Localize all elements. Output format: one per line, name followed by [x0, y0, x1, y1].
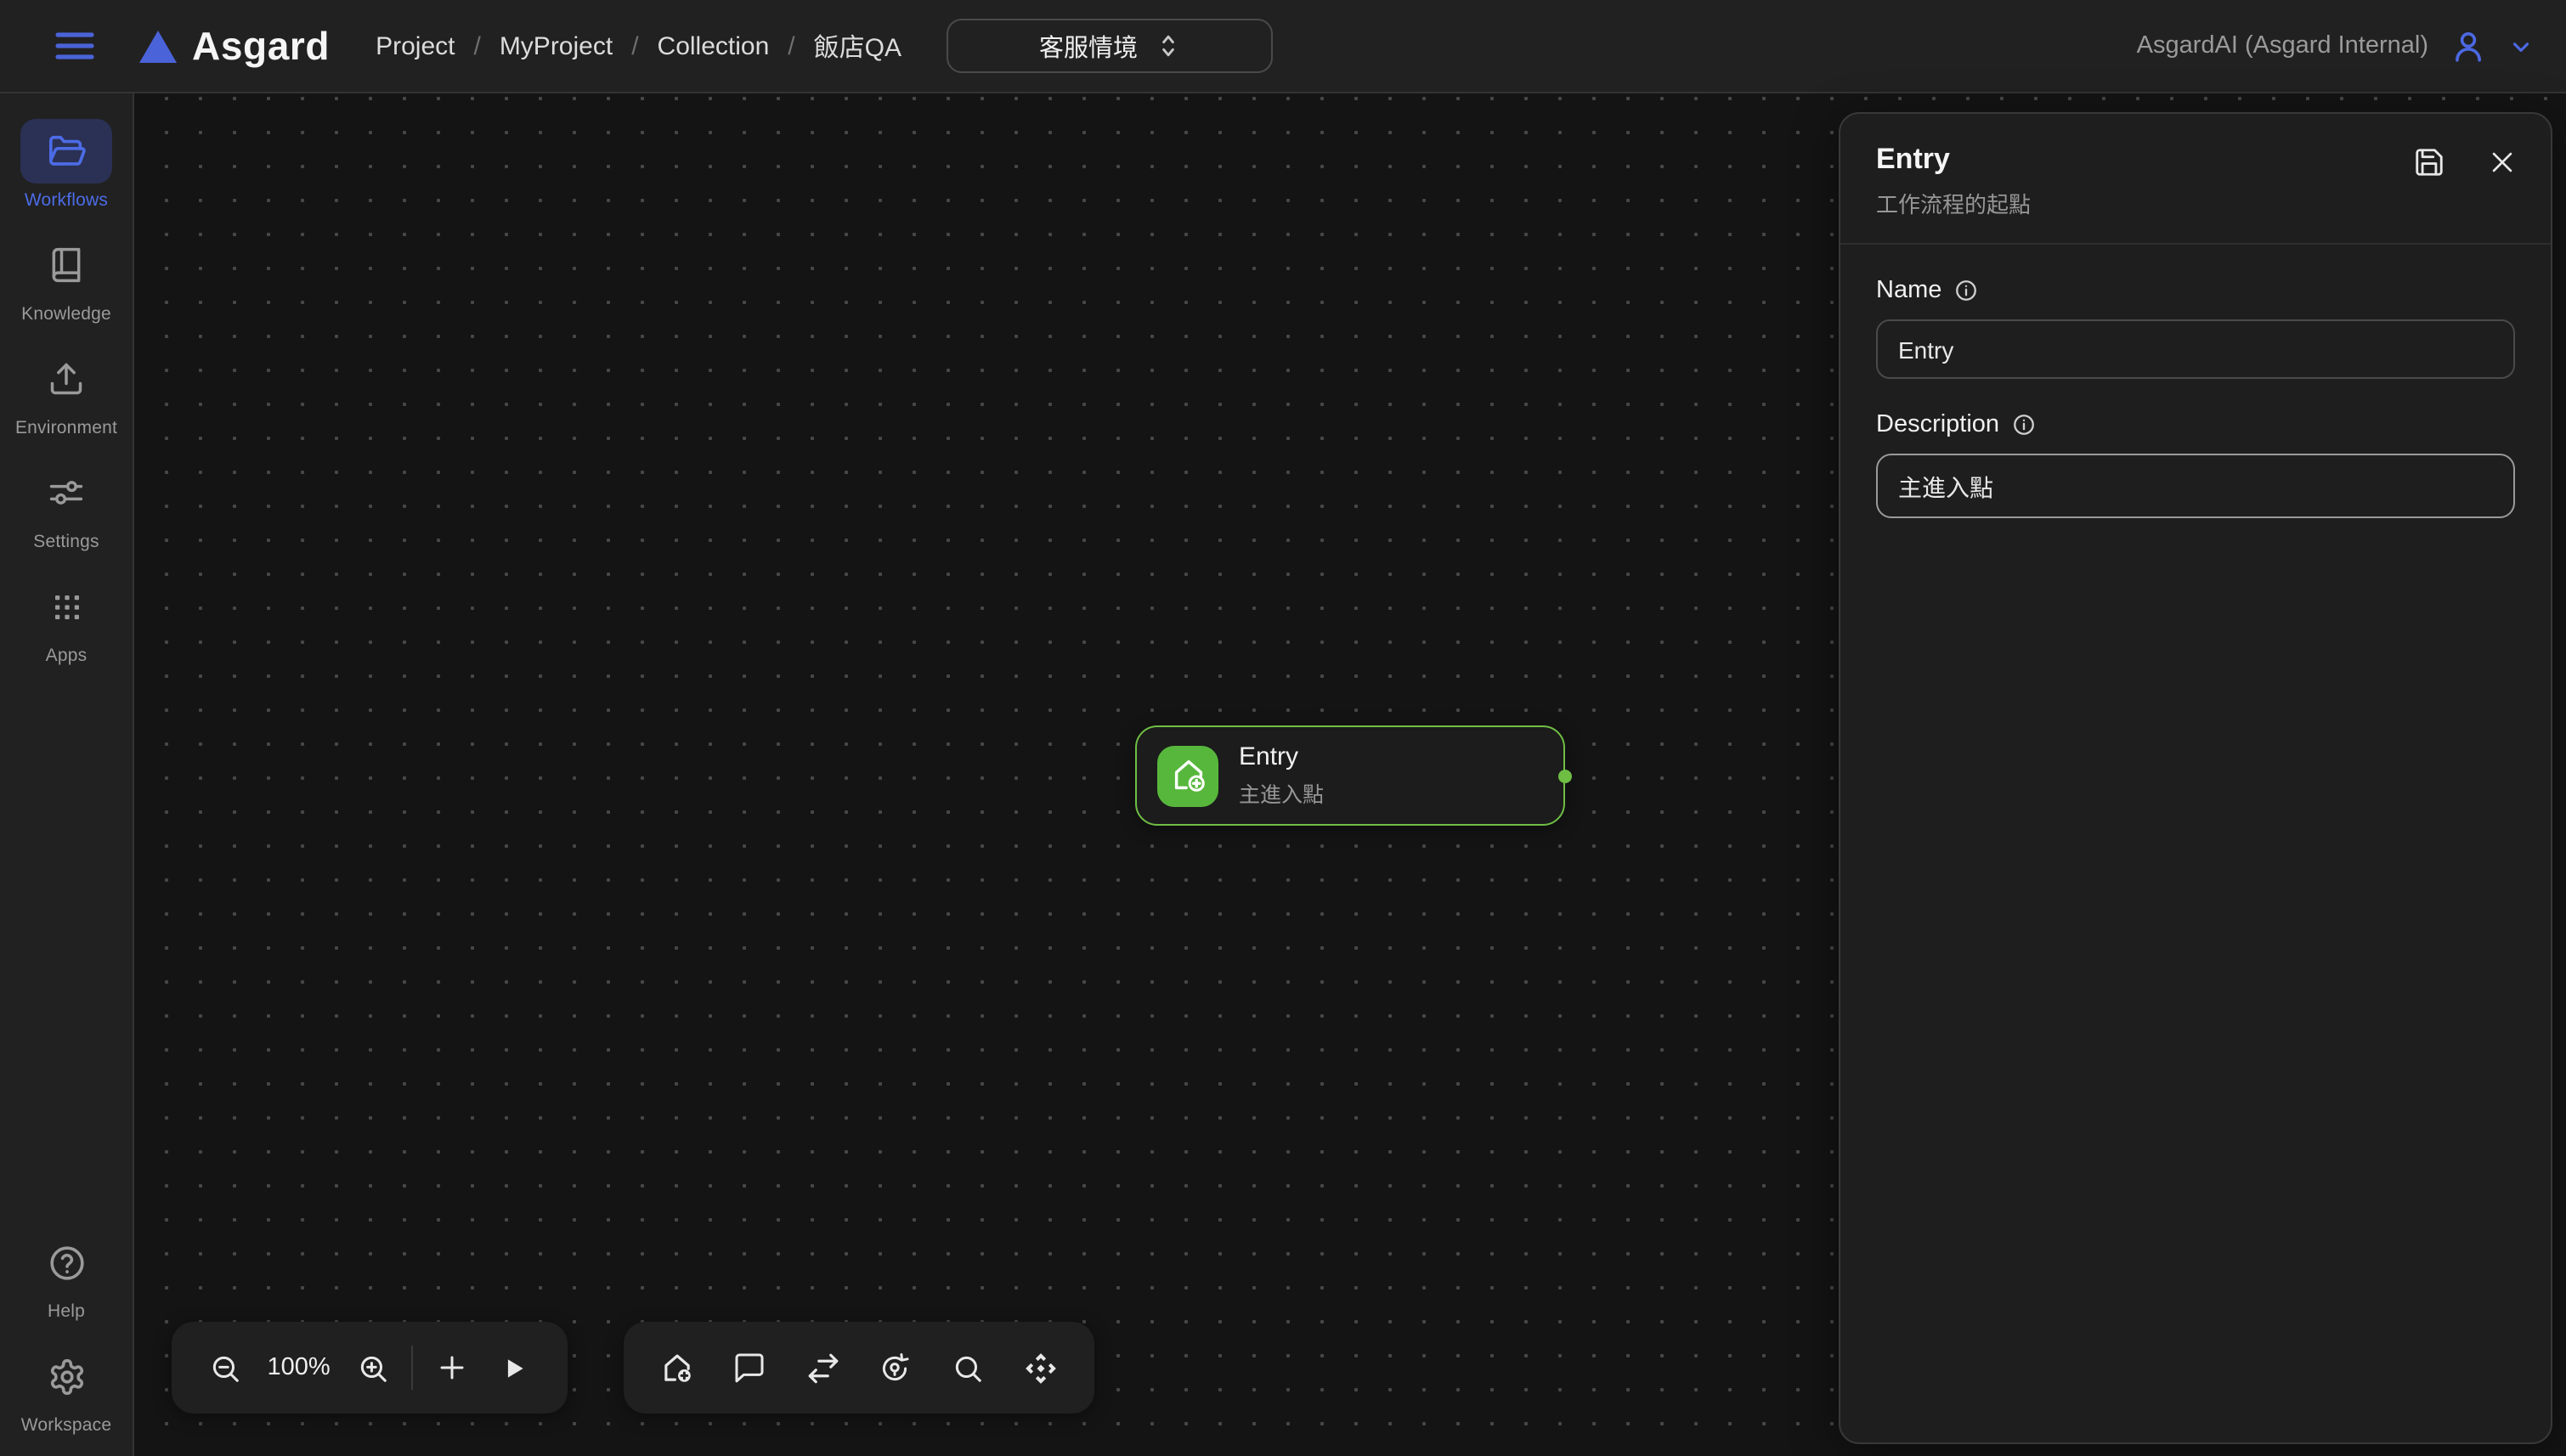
entry-node-subtitle: 主進入點 — [1239, 776, 1324, 809]
description-input[interactable]: 主進入點 — [1876, 454, 2515, 518]
description-label-text: Description — [1876, 411, 1999, 438]
add-entry-node-icon — [659, 1350, 695, 1385]
sidebar-item-workflows[interactable]: Workflows — [0, 119, 133, 211]
add-entry-node-button[interactable] — [653, 1344, 701, 1391]
name-field-label: Name — [1876, 277, 2515, 304]
user-icon — [2450, 28, 2486, 64]
zoom-level[interactable]: 100% — [263, 1354, 335, 1381]
sidebar-item-label: Settings — [33, 532, 99, 552]
account-menu[interactable]: AsgardAI (Asgard Internal) — [2137, 28, 2534, 64]
environment-select[interactable]: 客服情境 — [946, 19, 1272, 73]
toolbar-divider — [412, 1346, 414, 1390]
breadcrumb: Project / MyProject / Collection / 飯店QA — [376, 28, 901, 64]
run-workflow-button[interactable] — [491, 1344, 539, 1391]
info-icon[interactable] — [1953, 279, 1977, 302]
book-icon — [48, 246, 85, 284]
sidebar-item-knowledge[interactable]: Knowledge — [0, 233, 133, 324]
retry-button[interactable] — [872, 1344, 919, 1391]
sidebar: Workflows Knowledge Environment — [0, 93, 134, 1456]
sidebar-item-help[interactable]: Help — [0, 1230, 133, 1322]
name-label-text: Name — [1876, 277, 1941, 304]
apps-grid-icon — [48, 589, 84, 624]
sidebar-item-label: Knowledge — [21, 304, 111, 324]
help-circle-icon — [47, 1243, 86, 1282]
swap-arrows-icon — [805, 1350, 840, 1385]
zoom-toolbar: 100% — [172, 1322, 568, 1414]
sidebar-item-settings[interactable]: Settings — [0, 460, 133, 552]
sidebar-item-label: Environment — [15, 418, 117, 438]
search-button[interactable] — [944, 1344, 992, 1391]
entry-node[interactable]: Entry 主進入點 — [1135, 725, 1565, 826]
sidebar-item-apps[interactable]: Apps — [0, 574, 133, 666]
actions-toolbar — [624, 1322, 1094, 1414]
sidebar-item-label: Apps — [46, 646, 88, 666]
fit-view-button[interactable] — [1017, 1344, 1065, 1391]
panel-actions — [2411, 144, 2518, 178]
app-logo[interactable]: Asgard — [139, 23, 330, 69]
name-input[interactable] — [1876, 319, 2515, 379]
hamburger-menu-button[interactable] — [49, 20, 100, 71]
panel-subtitle: 工作流程的起點 — [1876, 187, 2515, 219]
node-output-handle[interactable] — [1558, 769, 1572, 782]
sidebar-item-label: Help — [48, 1301, 85, 1322]
breadcrumb-item-project[interactable]: Project — [376, 31, 455, 60]
hamburger-icon — [54, 29, 95, 63]
plus-icon — [437, 1352, 467, 1383]
add-entry-node-icon — [1168, 756, 1207, 795]
breadcrumb-separator: / — [788, 31, 794, 60]
panel-body: Name Description 主進入點 — [1840, 245, 2551, 552]
logo-text: Asgard — [192, 23, 330, 69]
entry-node-text: Entry 主進入點 — [1239, 742, 1324, 809]
breadcrumb-item-collection[interactable]: Collection — [658, 31, 770, 60]
panel-header: Entry 工作流程的起點 — [1840, 114, 2551, 245]
comment-button[interactable] — [726, 1344, 773, 1391]
breadcrumb-item-current[interactable]: 飯店QA — [814, 28, 901, 64]
environment-select-value: 客服情境 — [1039, 28, 1138, 64]
move-icon — [1023, 1350, 1059, 1385]
chevron-down-icon — [2508, 33, 2534, 59]
sidebar-item-label: Workspace — [21, 1415, 111, 1436]
save-icon — [2412, 145, 2444, 178]
breadcrumb-separator: / — [473, 31, 480, 60]
folder-open-icon — [47, 132, 86, 171]
close-panel-button[interactable] — [2484, 144, 2518, 178]
logo-triangle-icon — [139, 30, 177, 62]
unfold-icon — [1156, 32, 1178, 59]
close-icon — [2487, 147, 2516, 176]
comment-icon — [732, 1351, 766, 1385]
play-icon — [500, 1353, 529, 1382]
account-label: AsgardAI (Asgard Internal) — [2137, 32, 2428, 59]
breadcrumb-item-myproject[interactable]: MyProject — [500, 31, 613, 60]
add-button[interactable] — [428, 1344, 476, 1391]
header: Asgard Project / MyProject / Collection … — [0, 0, 2566, 93]
save-button[interactable] — [2411, 144, 2445, 178]
sliders-icon — [48, 474, 85, 511]
entry-node-icon-box — [1157, 745, 1218, 806]
upload-icon — [48, 360, 85, 398]
search-icon — [952, 1352, 984, 1384]
app-root: Asgard Project / MyProject / Collection … — [0, 0, 2566, 1456]
sidebar-item-label: Workflows — [25, 190, 108, 211]
info-icon[interactable] — [2011, 413, 2035, 437]
retry-icon — [878, 1350, 913, 1385]
zoom-in-button[interactable] — [349, 1344, 397, 1391]
node-properties-panel: Entry 工作流程的起點 Name — [1839, 112, 2552, 1444]
description-field-label: Description — [1876, 411, 2515, 438]
swap-connections-button[interactable] — [799, 1344, 846, 1391]
breadcrumb-separator: / — [631, 31, 638, 60]
entry-node-title: Entry — [1239, 742, 1324, 771]
zoom-out-icon — [208, 1352, 240, 1384]
zoom-in-icon — [357, 1352, 389, 1384]
gear-icon — [47, 1357, 86, 1396]
zoom-out-button[interactable] — [201, 1344, 248, 1391]
sidebar-item-workspace[interactable]: Workspace — [0, 1344, 133, 1436]
sidebar-item-environment[interactable]: Environment — [0, 347, 133, 438]
